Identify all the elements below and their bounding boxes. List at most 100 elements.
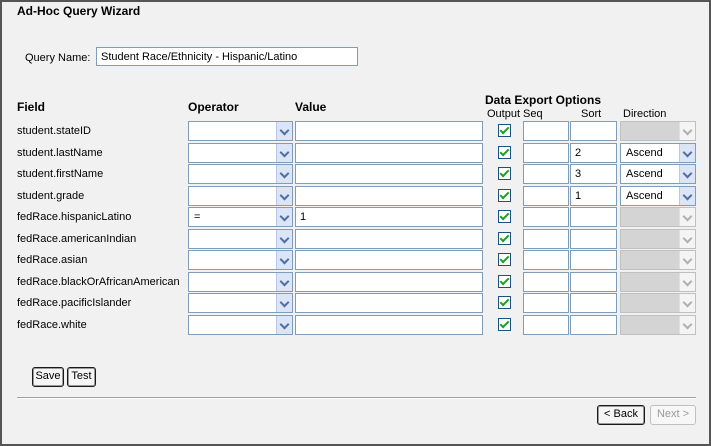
seq-input[interactable]	[523, 186, 569, 206]
output-checkbox[interactable]	[498, 189, 511, 202]
direction-select[interactable]: Ascend	[620, 186, 696, 206]
output-checkbox[interactable]	[498, 318, 511, 331]
value-input[interactable]	[295, 315, 483, 335]
operator-select[interactable]	[188, 164, 293, 184]
query-name-label: Query Name:	[25, 52, 91, 64]
value-input[interactable]	[295, 272, 483, 292]
output-checkbox[interactable]	[498, 210, 511, 223]
operator-header: Operator	[188, 100, 239, 114]
operator-select[interactable]	[188, 293, 293, 313]
chevron-down-icon	[276, 230, 292, 248]
seq-input[interactable]	[523, 250, 569, 270]
operator-select[interactable]	[188, 229, 293, 249]
table-row: student.stateID	[0, 121, 711, 142]
output-checkbox[interactable]	[498, 296, 511, 309]
output-header: Output	[487, 108, 521, 120]
direction-value: Ascend	[626, 168, 663, 180]
table-row: student.firstName 3 Ascend	[0, 164, 711, 185]
chevron-down-icon	[679, 273, 695, 291]
seq-header: Seq	[523, 108, 543, 120]
sort-input[interactable]: 3	[570, 164, 617, 184]
sort-text: 1	[575, 190, 582, 202]
next-button[interactable]: Next >	[650, 405, 696, 425]
direction-value: Ascend	[626, 147, 663, 159]
value-input[interactable]	[295, 121, 483, 141]
output-checkbox[interactable]	[498, 167, 511, 180]
value-input[interactable]	[295, 229, 483, 249]
value-input[interactable]	[295, 164, 483, 184]
chevron-down-icon	[679, 144, 695, 162]
direction-select[interactable]: Ascend	[620, 143, 696, 163]
sort-input[interactable]: 1	[570, 186, 617, 206]
output-checkbox[interactable]	[498, 253, 511, 266]
chevron-down-icon	[276, 122, 292, 140]
direction-select[interactable]	[620, 315, 696, 335]
operator-select[interactable]	[188, 121, 293, 141]
value-input[interactable]: 1	[295, 207, 483, 227]
field-header: Field	[17, 100, 46, 114]
sort-input[interactable]	[570, 272, 617, 292]
chevron-down-icon	[276, 251, 292, 269]
operator-select[interactable]	[188, 272, 293, 292]
output-checkbox[interactable]	[498, 124, 511, 137]
field-name: fedRace.hispanicLatino	[17, 211, 132, 223]
direction-select[interactable]	[620, 293, 696, 313]
query-name-input[interactable]	[96, 47, 358, 66]
sort-input[interactable]	[570, 315, 617, 335]
field-name: student.stateID	[17, 125, 91, 137]
back-button[interactable]: < Back	[597, 405, 645, 425]
export-options-header: Data Export Options	[485, 93, 602, 107]
operator-select[interactable]	[188, 186, 293, 206]
chevron-down-icon	[679, 165, 695, 183]
seq-input[interactable]	[523, 207, 569, 227]
seq-input[interactable]	[523, 315, 569, 335]
operator-select[interactable]	[188, 143, 293, 163]
operator-select[interactable]	[188, 315, 293, 335]
table-row: student.lastName 2 Ascend	[0, 143, 711, 164]
table-row: fedRace.white	[0, 315, 711, 336]
seq-input[interactable]	[523, 143, 569, 163]
chevron-down-icon	[679, 316, 695, 334]
output-checkbox[interactable]	[498, 232, 511, 245]
sort-input[interactable]	[570, 121, 617, 141]
sort-input[interactable]	[570, 250, 617, 270]
test-button[interactable]: Test	[67, 367, 96, 387]
field-name: fedRace.asian	[17, 254, 88, 266]
seq-input[interactable]	[523, 164, 569, 184]
chevron-down-icon	[276, 144, 292, 162]
value-input[interactable]	[295, 293, 483, 313]
sort-input[interactable]: 2	[570, 143, 617, 163]
table-row: fedRace.hispanicLatino = 1	[0, 207, 711, 228]
output-checkbox[interactable]	[498, 146, 511, 159]
seq-input[interactable]	[523, 293, 569, 313]
seq-input[interactable]	[523, 229, 569, 249]
value-input[interactable]	[295, 186, 483, 206]
chevron-down-icon	[276, 294, 292, 312]
value-input[interactable]	[295, 250, 483, 270]
chevron-down-icon	[276, 208, 292, 226]
direction-select[interactable]	[620, 229, 696, 249]
operator-select[interactable]	[188, 250, 293, 270]
direction-select[interactable]	[620, 121, 696, 141]
output-checkbox[interactable]	[498, 275, 511, 288]
direction-select[interactable]	[620, 207, 696, 227]
sort-text: 3	[575, 168, 582, 180]
field-name: fedRace.blackOrAfricanAmerican	[17, 276, 180, 288]
direction-select[interactable]	[620, 250, 696, 270]
seq-input[interactable]	[523, 272, 569, 292]
sort-input[interactable]	[570, 207, 617, 227]
sort-input[interactable]	[570, 293, 617, 313]
operator-value: =	[194, 211, 201, 223]
chevron-down-icon	[679, 230, 695, 248]
direction-select[interactable]	[620, 272, 696, 292]
direction-select[interactable]: Ascend	[620, 164, 696, 184]
sort-input[interactable]	[570, 229, 617, 249]
value-input[interactable]	[295, 143, 483, 163]
save-button[interactable]: Save	[32, 367, 64, 387]
table-row: fedRace.asian	[0, 250, 711, 271]
seq-input[interactable]	[523, 121, 569, 141]
sort-header: Sort	[581, 108, 602, 120]
field-name: student.grade	[17, 190, 85, 202]
operator-select[interactable]: =	[188, 207, 293, 227]
table-row: fedRace.blackOrAfricanAmerican	[0, 272, 711, 293]
